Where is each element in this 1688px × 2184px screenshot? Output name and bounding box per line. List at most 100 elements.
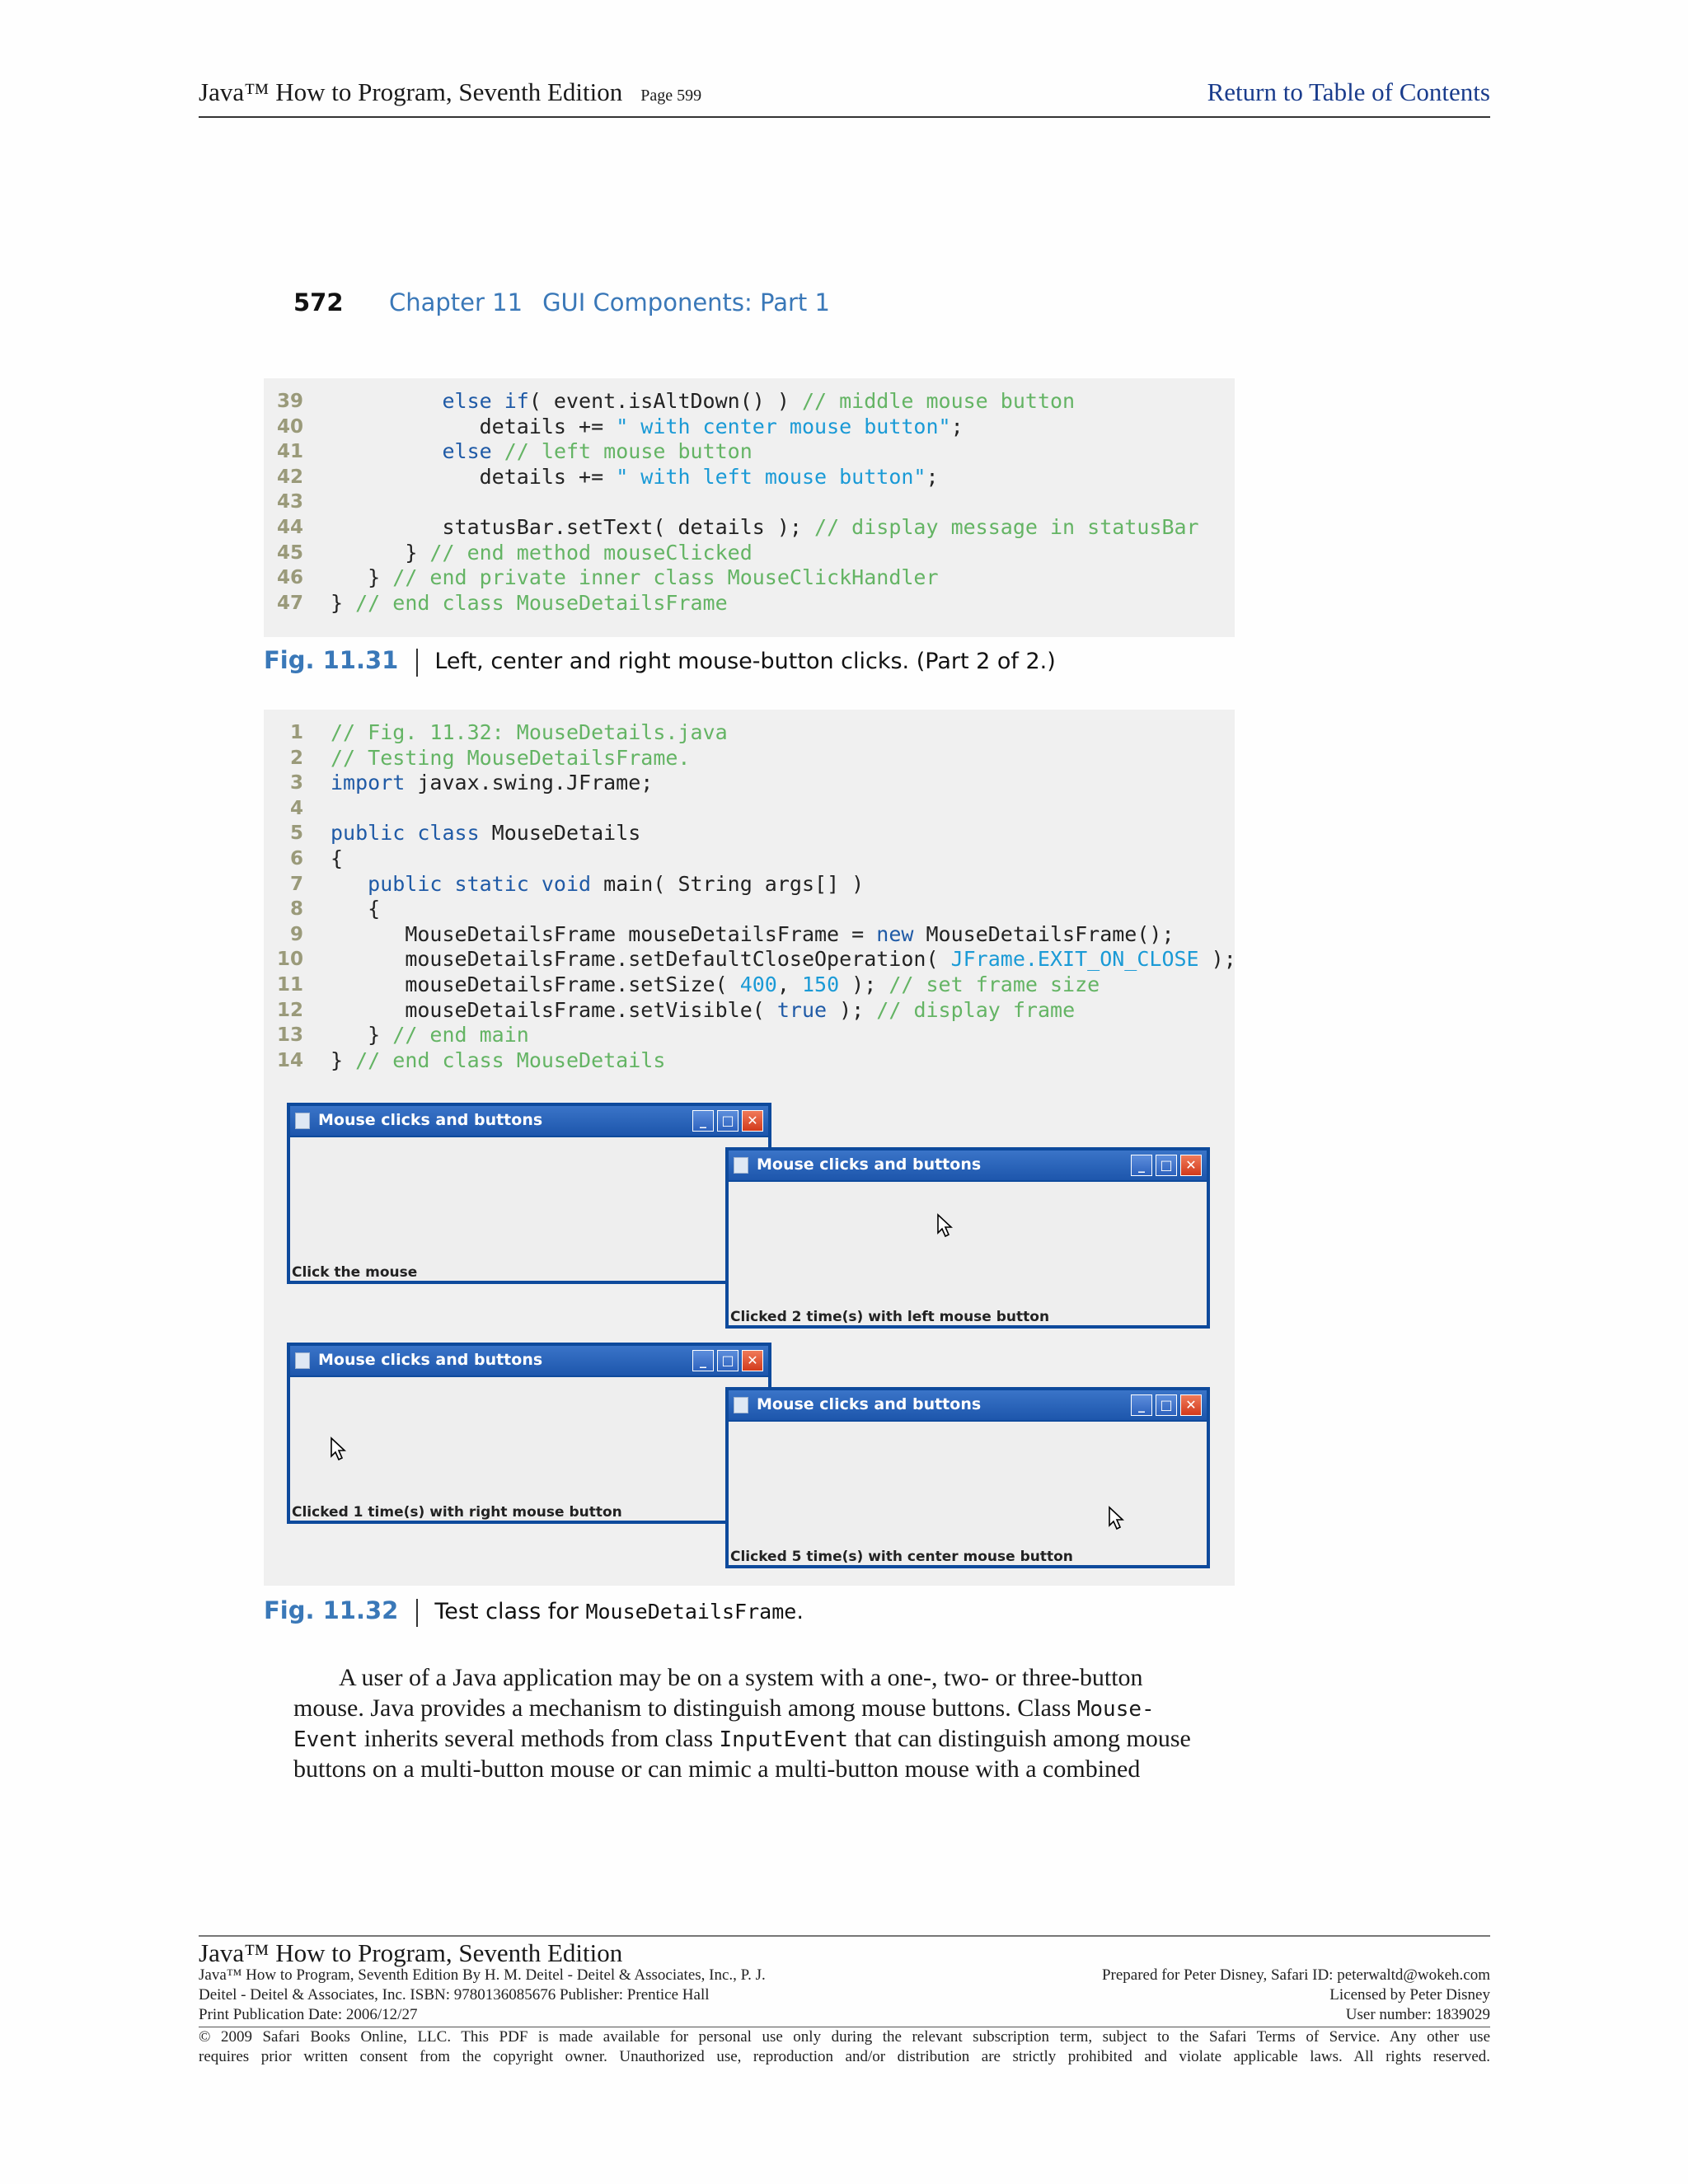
line-number: 44 [276, 517, 303, 538]
code-text: mouseDetailsFrame.setVisible( true ); //… [405, 997, 1076, 1022]
chapter-number: Chapter 11 [389, 288, 523, 316]
footer-divider [199, 1935, 1490, 1937]
line-number: 40 [276, 415, 303, 438]
app-window-2: Mouse clicks and buttons _ □ ✕ Clicked 2 t… [725, 1147, 1210, 1329]
line-number: 47 [276, 592, 303, 614]
paragraph-line: mouse. Java provides a mechanism to dist… [293, 1693, 1205, 1723]
close-button[interactable]: ✕ [1180, 1155, 1202, 1176]
code-text: // Fig. 11.32: MouseDetails.java [331, 720, 728, 744]
window-titlebar[interactable]: Mouse clicks and buttons _ □ ✕ [729, 1390, 1207, 1420]
minimize-button[interactable]: _ [1131, 1394, 1152, 1416]
code-text: else if( event.isAltDown() ) // middle m… [442, 389, 1076, 413]
book-page-number: 572 [293, 288, 344, 316]
status-bar: Clicked 5 time(s) with center mouse butt… [730, 1549, 1073, 1565]
line-number: 41 [276, 441, 303, 463]
status-bar: Click the mouse [292, 1264, 418, 1281]
code-text: else // left mouse button [442, 439, 753, 464]
maximize-button[interactable]: □ [1156, 1394, 1177, 1416]
close-button[interactable]: ✕ [1180, 1394, 1202, 1416]
line-number: 1 [289, 722, 303, 743]
maximize-button[interactable]: □ [717, 1110, 738, 1132]
line-number: 43 [276, 491, 303, 513]
app-window-1: Mouse clicks and buttons _ □ ✕ Click the m… [287, 1103, 771, 1284]
code-line: 40 details += " with center mouse button… [264, 415, 1235, 439]
app-window-3: Mouse clicks and buttons _ □ ✕ Clicked 1 t… [287, 1343, 771, 1524]
code-text: details += " with left mouse button"; [479, 464, 939, 489]
close-button[interactable]: ✕ [742, 1110, 763, 1132]
inline-code: Event [293, 1727, 359, 1752]
code-text: import javax.swing.JFrame; [331, 771, 654, 795]
window-titlebar[interactable]: Mouse clicks and buttons _ □ ✕ [290, 1346, 768, 1376]
close-button[interactable]: ✕ [742, 1350, 763, 1371]
line-number: 9 [289, 923, 303, 945]
code-text: statusBar.setText( details ); // display… [442, 515, 1199, 539]
fig-11-31-caption: Fig. 11.31 Left, center and right mouse-b… [264, 646, 1056, 677]
line-number: 13 [276, 1024, 303, 1047]
code-text: } // end method mouseClicked [405, 540, 753, 565]
minimize-button[interactable]: _ [692, 1110, 714, 1132]
paragraph-text: mouse. Java provides a mechanism to dist… [293, 1694, 1077, 1722]
maximize-button[interactable]: □ [1156, 1155, 1177, 1176]
window-titlebar[interactable]: Mouse clicks and buttons _ □ ✕ [729, 1151, 1207, 1180]
figure-caption-text: Left, center and right mouse-button clic… [434, 649, 1056, 674]
code-line: 7 public static void main( String args[]… [264, 872, 1235, 897]
window-title: Mouse clicks and buttons [757, 1395, 982, 1413]
figure-caption-end: . [796, 1599, 804, 1624]
line-number: 2 [289, 747, 303, 769]
footer-license-line: Prepared for Peter Disney, Safari ID: pe… [1101, 1966, 1490, 1984]
maximize-button[interactable]: □ [717, 1350, 738, 1371]
minimize-button[interactable]: _ [692, 1350, 714, 1371]
window-content[interactable]: Clicked 5 time(s) with center mouse butt… [729, 1422, 1207, 1565]
code-line: 42 details += " with left mouse button"; [264, 465, 1235, 490]
footer-credit-line: Deitel - Deitel & Associates, Inc. ISBN:… [199, 1986, 710, 2004]
code-line: 39 else if( event.isAltDown() ) // middl… [264, 389, 1235, 414]
paragraph-text: inherits several methods from class [358, 1725, 720, 1752]
code-line: 11 mouseDetailsFrame.setSize( 400, 150 )… [264, 972, 1235, 997]
window-titlebar[interactable]: Mouse clicks and buttons _ □ ✕ [290, 1106, 768, 1136]
code-line: 2 // Testing MouseDetailsFrame. [264, 746, 1235, 771]
window-title: Mouse clicks and buttons [757, 1155, 982, 1174]
window-title: Mouse clicks and buttons [318, 1111, 543, 1129]
line-number: 10 [276, 949, 303, 971]
code-line: 43 [264, 490, 1235, 514]
java-app-icon [295, 1113, 310, 1129]
paragraph-line: Event inherits several methods from clas… [293, 1723, 1205, 1754]
code-text: mouseDetailsFrame.setDefaultCloseOperati… [405, 947, 1236, 972]
figure-caption-text: Test class for [434, 1599, 586, 1624]
java-app-icon [734, 1157, 748, 1174]
caption-separator [416, 1598, 419, 1627]
window-content[interactable]: Click the mouse [290, 1137, 768, 1281]
code-text: } // end private inner class MouseClickH… [368, 565, 939, 590]
code-line: 46 } // end private inner class MouseCli… [264, 565, 1235, 590]
code-line: 47 } // end class MouseDetailsFrame [264, 591, 1235, 616]
code-line: 1 // Fig. 11.32: MouseDetails.java [264, 720, 1235, 745]
figure-label: Fig. 11.32 [264, 1596, 399, 1624]
header-page-number: Page 599 [640, 87, 702, 105]
line-number: 8 [289, 898, 303, 921]
paragraph-text: that can distinguish among mouse [848, 1725, 1191, 1752]
footer-license-line: Licensed by Peter Disney [1329, 1986, 1490, 2004]
code-text: public static void main( String args[] ) [368, 871, 865, 896]
code-text: { [368, 897, 381, 921]
body-paragraph: A user of a Java application may be on a… [293, 1662, 1205, 1784]
window-content[interactable]: Clicked 1 time(s) with right mouse butto… [290, 1377, 768, 1521]
line-number: 45 [276, 541, 303, 564]
minimize-button[interactable]: _ [1131, 1155, 1152, 1176]
code-line: 14} // end class MouseDetails [264, 1048, 1235, 1073]
copyright-line: requires prior written consent from the … [199, 2048, 1490, 2065]
window-content[interactable]: Clicked 2 time(s) with left mouse button [729, 1182, 1207, 1325]
line-number: 12 [276, 999, 303, 1021]
line-number: 4 [289, 797, 303, 819]
code-line: 41 else // left mouse button [264, 439, 1235, 464]
code-line: 8 { [264, 897, 1235, 921]
code-text: } // end class MouseDetailsFrame [331, 590, 728, 615]
chapter-title: GUI Components: Part 1 [542, 288, 830, 316]
line-number: 6 [289, 848, 303, 869]
return-to-toc-link[interactable]: Return to Table of Contents [1207, 77, 1490, 107]
code-text: } // end main [368, 1023, 529, 1047]
footer-license-line: User number: 1839029 [1345, 2006, 1490, 2023]
status-bar: Clicked 1 time(s) with right mouse butto… [292, 1504, 622, 1521]
line-number: 39 [276, 391, 303, 412]
header-divider [199, 116, 1490, 118]
line-number: 46 [276, 567, 303, 589]
